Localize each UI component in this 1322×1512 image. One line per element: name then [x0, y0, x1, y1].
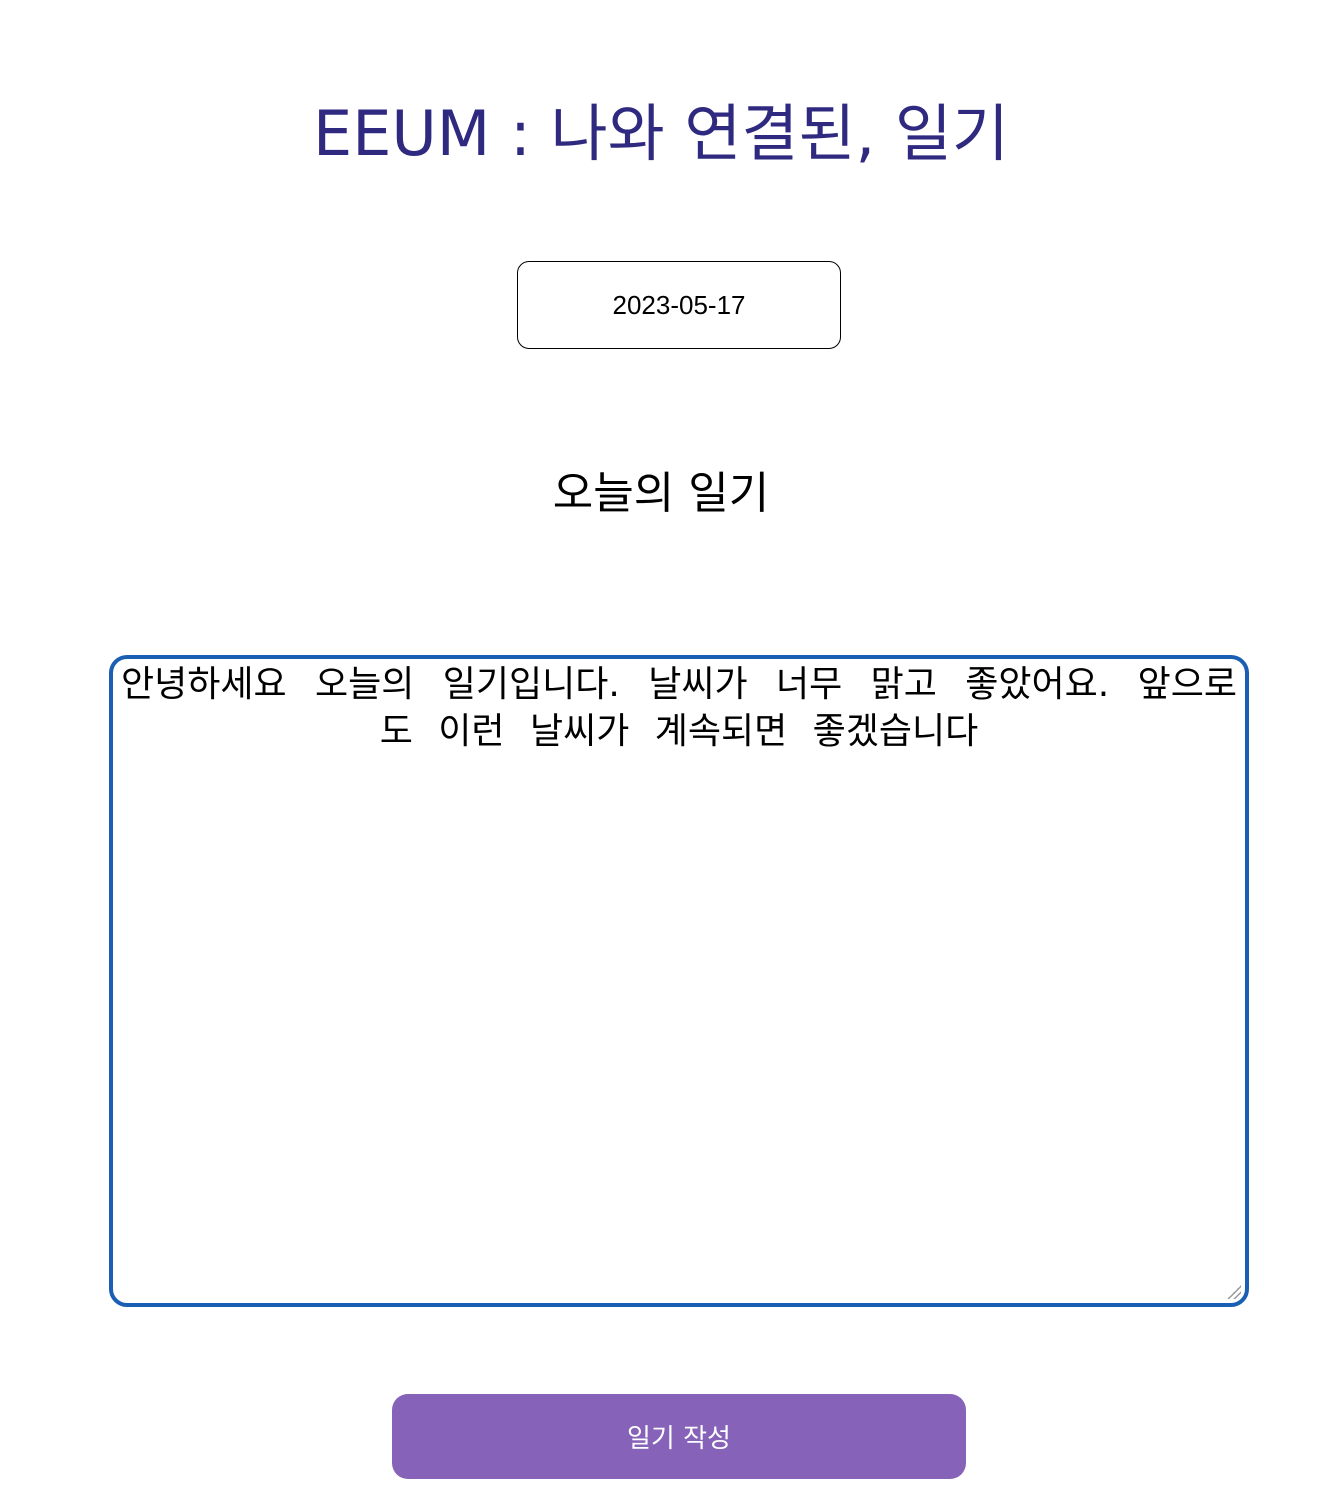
resize-handle-icon[interactable] — [1227, 1285, 1241, 1299]
date-input[interactable]: 2023-05-17 — [517, 261, 841, 349]
write-diary-button[interactable]: 일기 작성 — [392, 1394, 966, 1479]
diary-heading: 오늘의 일기 — [552, 468, 770, 519]
date-input-value: 2023-05-17 — [612, 289, 746, 320]
diary-text: 안녕하세요 오늘의 일기입니다. 날씨가 너무 맑고 좋았어요. 앞으로도 이런… — [121, 664, 1237, 752]
write-diary-button-label: 일기 작성 — [627, 1424, 731, 1454]
diary-textarea[interactable]: 안녕하세요 오늘의 일기입니다. 날씨가 너무 맑고 좋았어요. 앞으로도 이런… — [109, 655, 1249, 1307]
app-title: EEUM : 나와 연결된, 일기 — [313, 97, 1009, 170]
